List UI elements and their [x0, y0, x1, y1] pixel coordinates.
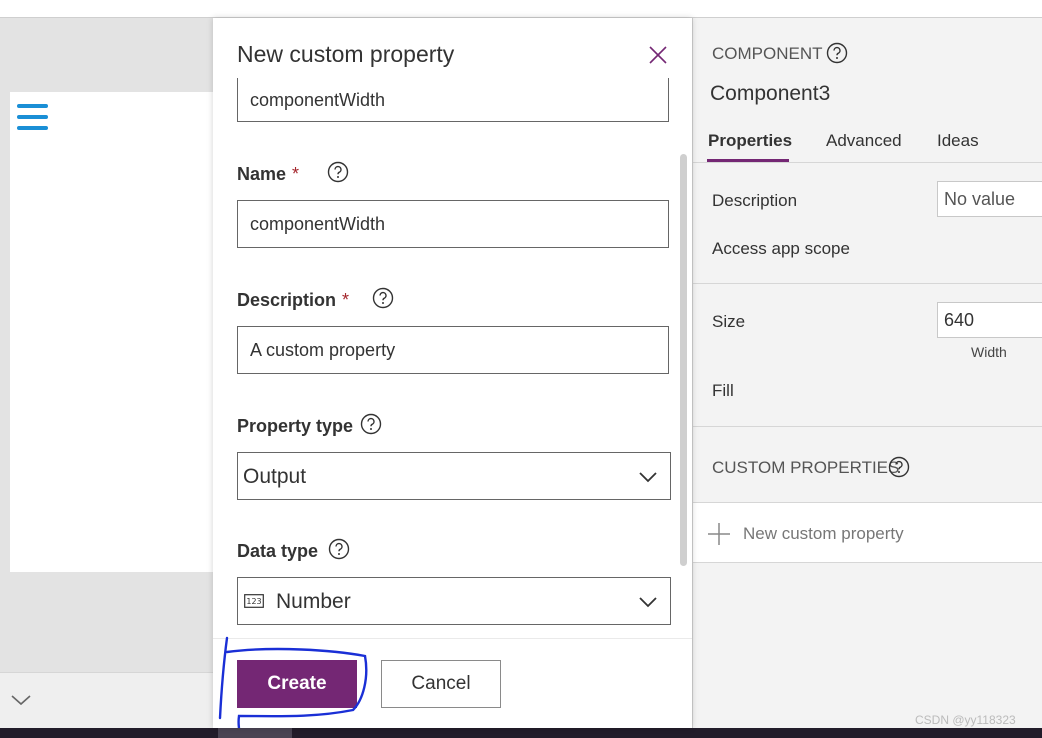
divider	[693, 162, 1042, 163]
divider	[693, 426, 1042, 427]
divider	[693, 283, 1042, 284]
help-icon[interactable]	[360, 413, 382, 435]
taskbar-item[interactable]	[218, 728, 292, 738]
tab-advanced[interactable]: Advanced	[826, 131, 902, 151]
custom-properties-label: CUSTOM PROPERTIES	[712, 458, 900, 477]
property-type-label: Property type	[237, 416, 354, 436]
tab-properties[interactable]: Properties	[708, 131, 792, 151]
width-input[interactable]: 640	[937, 302, 1042, 338]
required-marker: *	[292, 164, 300, 184]
description-label: Description *	[237, 290, 349, 311]
new-custom-property-dialog: New custom property componentWidth Name *…	[213, 18, 692, 728]
svg-text:123: 123	[246, 597, 261, 606]
chevron-down-icon	[639, 597, 657, 608]
width-label: Width	[971, 344, 1007, 360]
help-icon[interactable]	[826, 42, 848, 64]
description-input[interactable]: No value	[937, 181, 1042, 217]
hamburger-menu-icon[interactable]	[17, 104, 48, 134]
name-label: Name *	[237, 164, 299, 185]
dialog-title: New custom property	[237, 41, 455, 67]
component-canvas[interactable]	[10, 92, 213, 572]
plus-icon	[708, 523, 730, 545]
component-name: Component3	[710, 82, 831, 105]
component-section-label: COMPONENT	[712, 44, 823, 63]
top-strip	[0, 0, 1042, 18]
required-marker: *	[342, 290, 350, 310]
watermark: CSDN @yy118323	[915, 713, 1016, 727]
name-label-text: Name	[237, 164, 287, 184]
description-label: Description	[712, 191, 798, 210]
name-input[interactable]: componentWidth	[237, 200, 669, 248]
description-input[interactable]: A custom property	[237, 326, 669, 374]
description-label-text: Description	[237, 290, 337, 310]
data-type-value: Number	[276, 590, 351, 613]
chevron-down-icon	[639, 472, 657, 483]
size-label: Size	[712, 312, 746, 331]
divider	[693, 562, 1042, 563]
dialog-scrollbar[interactable]	[680, 154, 687, 566]
help-icon[interactable]	[328, 538, 350, 560]
taskbar	[0, 728, 1042, 738]
cancel-button[interactable]: Cancel	[381, 660, 501, 708]
chevron-down-icon[interactable]	[10, 690, 32, 710]
display-name-input[interactable]: componentWidth	[237, 78, 669, 122]
access-app-scope-label: Access app scope	[712, 239, 850, 258]
property-type-select[interactable]: Output	[237, 452, 671, 500]
help-icon[interactable]	[888, 456, 910, 478]
property-type-value: Output	[243, 465, 307, 488]
help-icon[interactable]	[372, 287, 394, 309]
data-type-label: Data type	[237, 541, 319, 561]
tab-ideas[interactable]: Ideas	[937, 131, 979, 151]
help-icon[interactable]	[327, 161, 349, 183]
properties-panel: COMPONENT Component3 Properties Advanced…	[692, 18, 1042, 728]
divider	[693, 502, 1042, 503]
close-icon[interactable]	[647, 44, 669, 66]
data-type-select[interactable]: 123 Number	[237, 577, 671, 625]
create-button[interactable]: Create	[237, 660, 357, 708]
fill-label: Fill	[712, 381, 734, 400]
new-custom-property-label: New custom property	[743, 524, 904, 543]
number-icon: 123	[244, 594, 264, 608]
